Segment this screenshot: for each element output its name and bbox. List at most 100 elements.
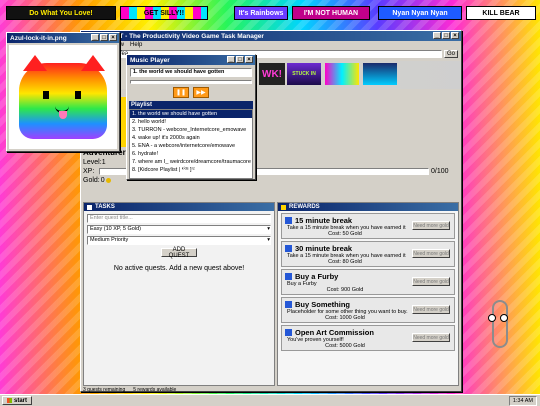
stuck-thumb: STUCK IN [287,63,321,85]
reward-cost: Cost: 80 Gold [328,259,362,265]
reward-icon [285,301,292,308]
rainbow-thumb [325,63,359,85]
player-controls: ❚❚ ▶▶ [127,87,255,98]
buy-reward-button[interactable]: Need more gold [412,221,450,230]
buy-reward-button[interactable]: Need more gold [412,305,450,314]
tasks-icon [87,204,92,210]
xp-label: XP: [83,168,95,175]
playlist-item[interactable]: 5. ENA - a webcore/internetcore/emowave [130,142,252,150]
start-label: start [13,397,27,404]
priority-value: Medium Priority [90,237,129,243]
buy-reward-button[interactable]: Need more gold [412,249,450,258]
rewards-panel: REWARDS 15 minute break Take a 15 minute … [277,202,459,386]
close-icon[interactable]: × [451,32,459,39]
buy-reward-button[interactable]: Need more gold [412,333,450,342]
minimize-icon[interactable]: _ [433,32,441,39]
gold-value: 0 [100,177,105,184]
banner-3: It's Rainbows [234,6,288,20]
empty-quests-text: No active quests. Add a new quest above! [113,265,245,272]
playlist-item[interactable]: 1. the world we should have gotten [130,110,252,118]
menu-help[interactable]: Help [130,42,142,48]
playlist-item[interactable]: 7. where am I_ weirdcore/dreamcore/traum… [130,158,252,166]
chevron-down-icon: ▾ [267,237,270,243]
main-window-title: ST - The Productivity Video Game Task Ma… [115,32,264,40]
paperclip-assistant-icon[interactable] [484,300,516,350]
close-icon[interactable]: × [109,34,117,41]
playlist-item[interactable]: 2. hello world! [130,118,252,126]
minimize-icon[interactable]: _ [91,34,99,41]
windows-logo-icon [6,398,12,403]
tasks-header: TASKS [84,203,274,211]
reward-list: 15 minute break Take a 15 minute break wh… [278,213,458,351]
reward-cost: Cost: 900 Gold [326,287,364,293]
progress-bar[interactable] [130,80,252,84]
playlist: 1. the world we should have gotten 2. hel… [129,109,253,179]
music-player-title: Music Player [130,56,170,64]
playlist-header: Playlist [129,101,253,109]
music-player-window: Music Player _ □ × 1. the world we should … [126,54,256,180]
reward-cost: Cost: 1000 Gold [325,315,365,321]
reward-cost: Cost: 5000 Gold [325,343,365,349]
add-quest-button[interactable]: ADD QUEST [161,247,197,259]
menu-bar: iew Help [81,41,461,49]
close-icon[interactable]: × [245,56,253,63]
difficulty-select[interactable]: Easy (10 XP, 5 Gold) ▾ [87,225,271,234]
trophy-icon [281,204,286,210]
start-button[interactable]: start [2,396,32,405]
next-button[interactable]: ▶▶ [193,87,209,98]
reward-item: 15 minute break Take a 15 minute break wh… [281,213,455,239]
maximize-icon[interactable]: □ [236,56,244,63]
chevron-down-icon: ▾ [267,226,270,232]
rainbow-cat-image [9,45,117,149]
banner-2: GET SILLY!! [120,6,208,20]
banner-6: KILL BEAR [466,6,536,20]
playlist-item[interactable]: 3. TURRON - webcore_Internetcore_emowave [130,126,252,134]
banner-5: Nyan Nyan Nyan [378,6,462,20]
tasks-header-label: TASKS [95,204,115,210]
rewards-available: 5 rewards available [133,387,177,393]
tasks-panel: TASKS Enter quest title... Easy (10 XP, … [83,202,275,386]
banner-4: I'M NOT HUMAN [292,6,370,20]
main-window-titlebar[interactable]: ST - The Productivity Video Game Task Ma… [81,31,461,41]
go-button[interactable]: Go [444,50,458,58]
pause-button[interactable]: ❚❚ [173,87,189,98]
music-player-titlebar[interactable]: Music Player _ □ × [127,55,255,65]
image-window-titlebar[interactable]: Azul-lock-it-in.png _ □ × [7,33,119,43]
reward-icon [285,329,292,336]
playlist-item[interactable]: 4. wake up! it's 2000s again [130,134,252,142]
reward-title-text: Buy a Furby [295,272,339,281]
reward-title-text: Buy Something [295,300,351,309]
minimize-icon[interactable]: _ [227,56,235,63]
wk-thumb: WK! [259,63,285,85]
quest-title-input[interactable]: Enter quest title... [87,214,271,223]
reward-cost: Cost: 50 Gold [328,231,362,237]
reward-title-text: Open Art Commission [295,328,374,337]
reward-icon [285,273,292,280]
reward-title-text: 15 minute break [295,216,353,225]
playlist-item[interactable]: 6. hydrate! [130,150,252,158]
image-window: Azul-lock-it-in.png _ □ × [6,32,120,152]
clock[interactable]: 1:34 AM [508,395,537,406]
priority-select[interactable]: Medium Priority ▾ [87,236,271,245]
now-playing: 1. the world we should have gotten [130,68,252,77]
banner-1: Do What You Love! [6,6,116,20]
reward-item: Buy Something Placeholder for some other … [281,297,455,323]
gold-label: Gold: [83,177,100,184]
xp-text: 0/100 [431,168,449,175]
reward-title-text: 30 minute break [295,244,353,253]
reward-icon [285,217,292,224]
playlist-item[interactable]: 8. [Kidcore Playlist | ᵏⁱᵈˢ ]ʳᶻ [130,166,252,174]
difficulty-value: Easy (10 XP, 5 Gold) [90,226,141,232]
nyan-thumb [363,63,397,85]
level-value: 1 [101,159,106,166]
maximize-icon[interactable]: □ [442,32,450,39]
reward-item: Buy a Furby Buy a Furby Cost: 900 Gold Need… [281,269,455,295]
image-window-title: Azul-lock-it-in.png [10,34,67,42]
quests-remaining: 3 quests remaining [83,387,126,393]
buy-reward-button[interactable]: Need more gold [412,277,450,286]
reward-icon [285,245,292,252]
status-bar: 3 quests remaining 5 rewards available [81,387,463,393]
coin-icon [105,178,111,183]
maximize-icon[interactable]: □ [100,34,108,41]
rewards-header-label: REWARDS [289,204,320,210]
